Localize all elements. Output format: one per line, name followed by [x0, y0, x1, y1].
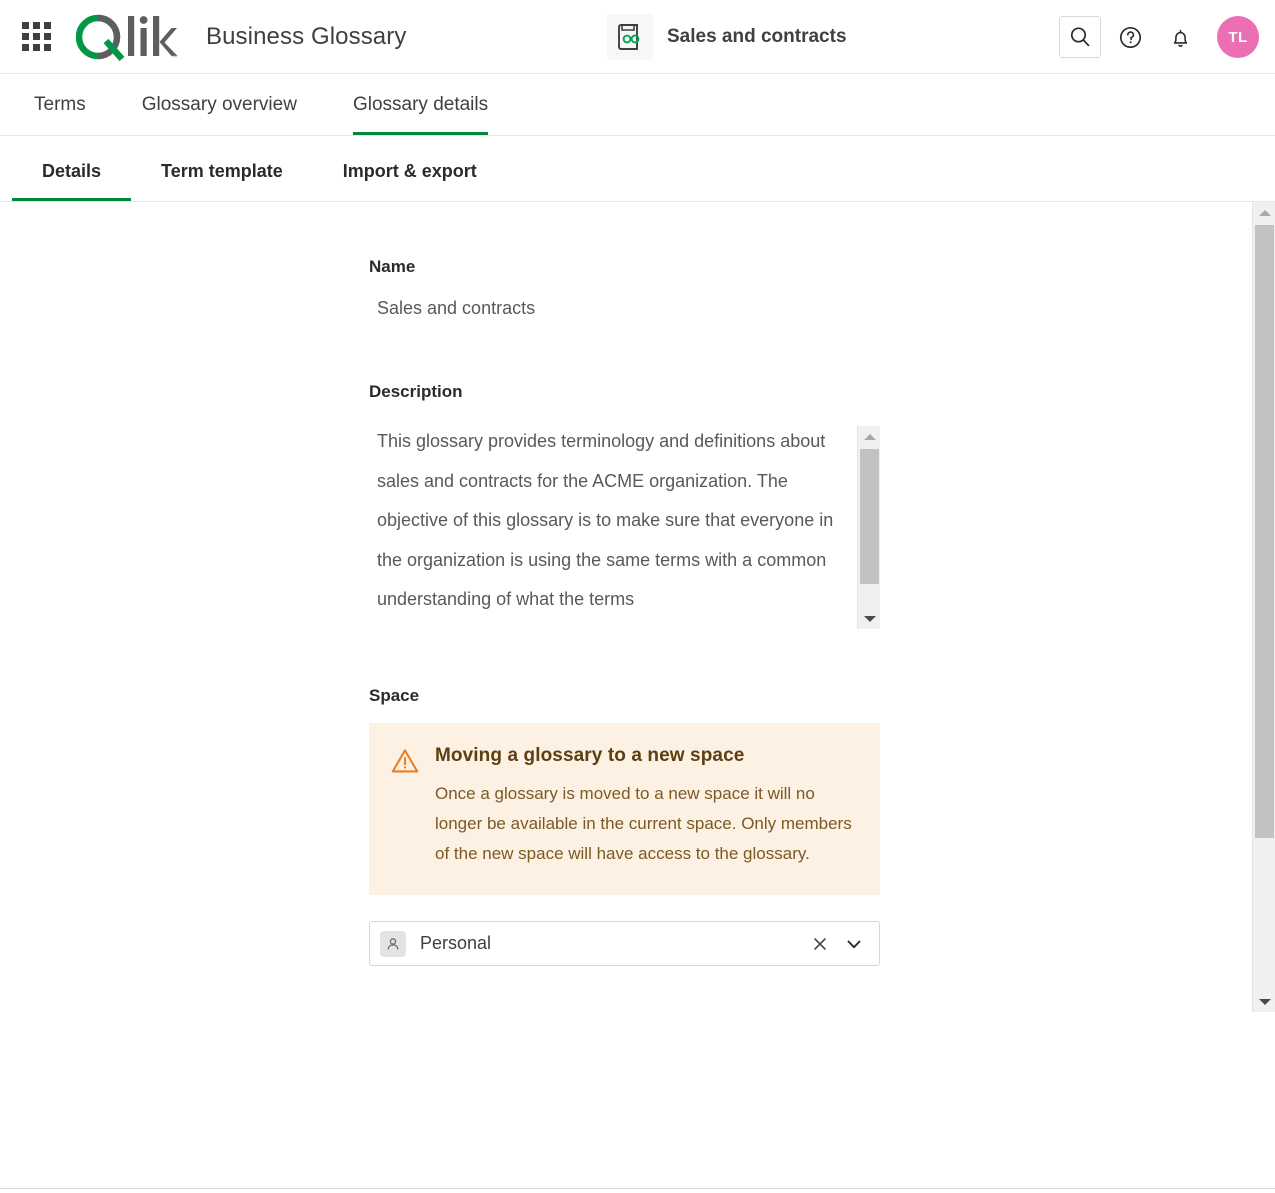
qlik-logo[interactable]: ™ — [76, 11, 180, 63]
tab-import-export[interactable]: Import & export — [313, 161, 507, 201]
name-input[interactable]: Sales and contracts — [369, 298, 881, 319]
description-scroll-down-button[interactable] — [858, 608, 880, 629]
chevron-up-icon — [1259, 210, 1271, 216]
warning-content: Moving a glossary to a new space Once a … — [435, 745, 855, 869]
tab-glossary-overview[interactable]: Glossary overview — [142, 94, 297, 135]
description-scroll-up-button[interactable] — [858, 426, 880, 447]
help-button[interactable] — [1109, 16, 1151, 58]
description-field-group: Description This glossary provides termi… — [369, 382, 881, 629]
person-icon — [380, 931, 406, 957]
page-scrollbar[interactable] — [1252, 202, 1275, 1012]
page-scroll-down-button[interactable] — [1253, 991, 1275, 1012]
glossary-context-chip[interactable]: Sales and contracts — [607, 14, 847, 60]
space-label: Space — [369, 686, 881, 706]
tab-terms[interactable]: Terms — [34, 94, 86, 135]
warning-title: Moving a glossary to a new space — [435, 745, 855, 767]
glossary-book-icon — [607, 14, 653, 60]
space-clear-button[interactable] — [807, 931, 833, 957]
app-title: Business Glossary — [206, 23, 406, 51]
glossary-context-label: Sales and contracts — [667, 26, 847, 48]
chevron-down-icon — [1259, 999, 1271, 1005]
app-header: ™ Business Glossary Sales and contracts — [0, 0, 1275, 74]
name-field-group: Name Sales and contracts — [369, 257, 881, 319]
help-circle-icon — [1118, 25, 1143, 50]
description-label: Description — [369, 382, 881, 402]
chevron-down-icon — [844, 934, 864, 954]
tab-details[interactable]: Details — [12, 161, 131, 201]
tab-glossary-details[interactable]: Glossary details — [353, 94, 488, 135]
page-scroll-thumb[interactable] — [1255, 225, 1274, 838]
search-icon — [1068, 25, 1092, 49]
description-scroll-thumb[interactable] — [860, 449, 879, 584]
move-space-warning: Moving a glossary to a new space Once a … — [369, 723, 880, 895]
warning-triangle-icon — [391, 747, 419, 869]
search-button[interactable] — [1059, 16, 1101, 58]
name-label: Name — [369, 257, 881, 277]
details-panel: Name Sales and contracts Description Thi… — [0, 202, 1275, 1189]
header-actions: TL — [1059, 0, 1259, 74]
chevron-down-icon — [864, 616, 876, 622]
close-icon — [811, 935, 829, 953]
app-launcher-button[interactable] — [14, 15, 58, 59]
page-bottom-divider — [0, 1188, 1275, 1189]
space-dropdown-button[interactable] — [841, 931, 867, 957]
warning-body: Once a glossary is moved to a new space … — [435, 779, 855, 869]
notifications-button[interactable] — [1159, 16, 1201, 58]
primary-tabs: Terms Glossary overview Glossary details — [0, 74, 1275, 136]
description-scrollbar[interactable] — [857, 426, 880, 629]
space-select[interactable]: Personal — [369, 921, 880, 966]
space-field-group: Space Moving a glossary to a new space O… — [369, 686, 881, 966]
tab-term-template[interactable]: Term template — [131, 161, 313, 201]
page-scroll-up-button[interactable] — [1253, 202, 1275, 223]
secondary-tabs: Details Term template Import & export — [0, 136, 1275, 202]
avatar[interactable]: TL — [1217, 16, 1259, 58]
space-select-value: Personal — [420, 933, 807, 954]
svg-text:™: ™ — [171, 54, 177, 61]
bell-icon — [1168, 25, 1193, 50]
glossary-details-form: Name Sales and contracts Description Thi… — [369, 257, 881, 966]
description-textarea[interactable]: This glossary provides terminology and d… — [369, 422, 880, 629]
description-text: This glossary provides terminology and d… — [369, 422, 839, 620]
chevron-up-icon — [864, 434, 876, 440]
app-grid-icon — [22, 22, 51, 51]
